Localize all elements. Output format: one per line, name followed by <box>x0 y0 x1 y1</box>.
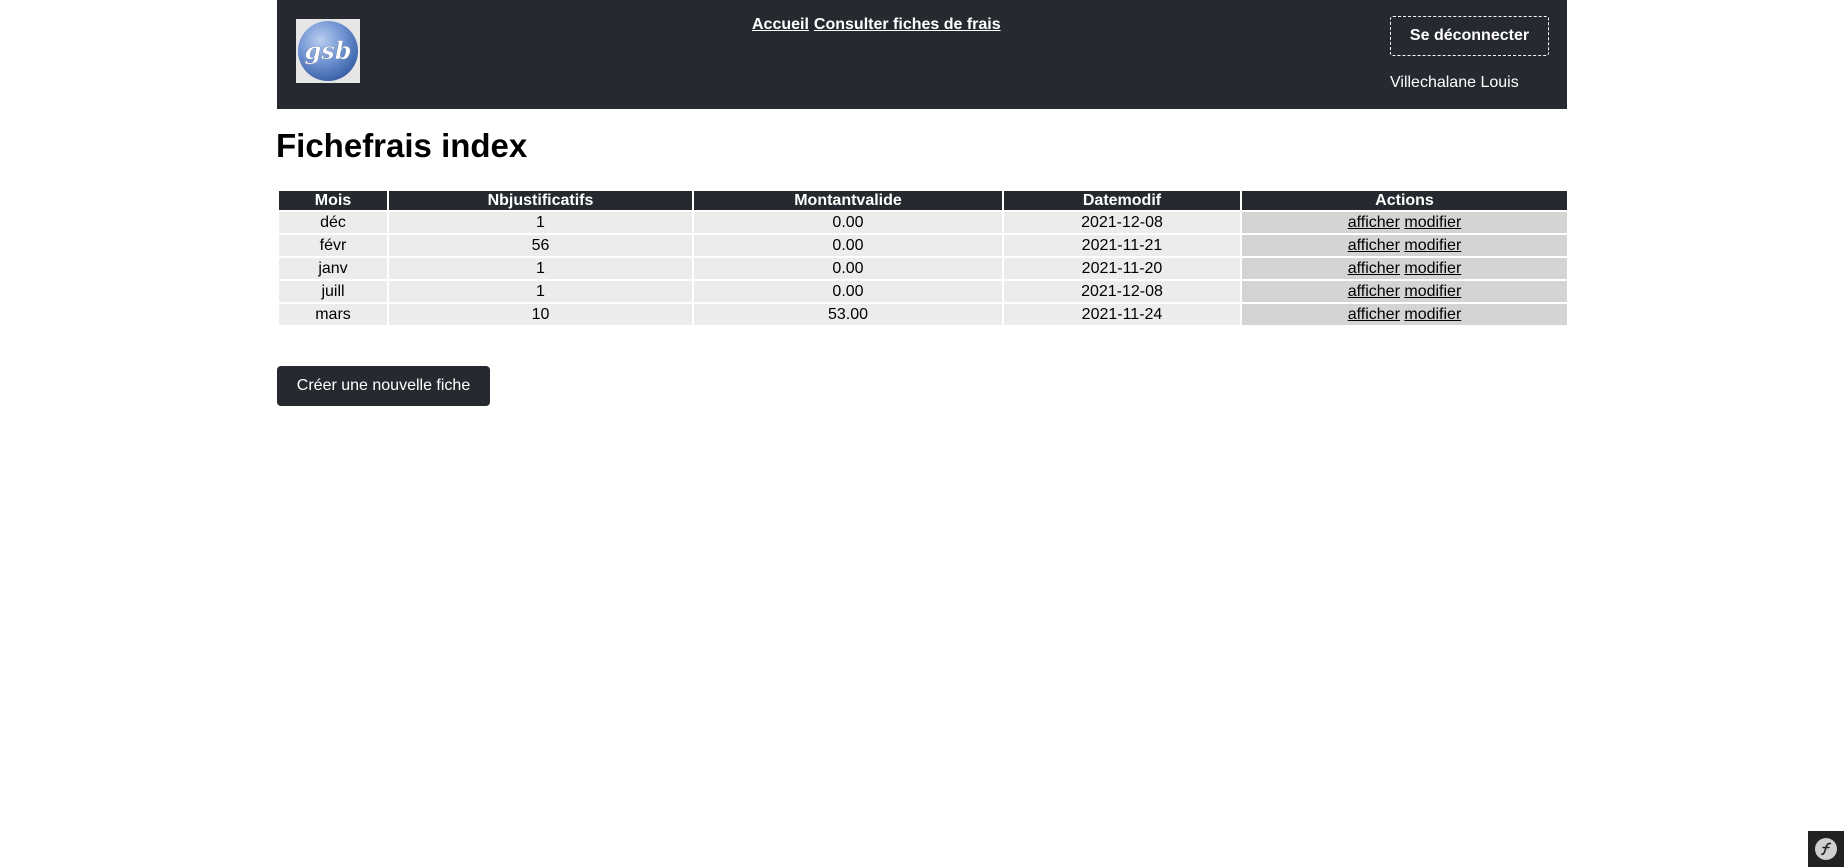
logo[interactable]: gsb <box>296 19 360 83</box>
debug-toolbar-toggle[interactable] <box>1808 831 1844 867</box>
cell-datemodif: 2021-11-24 <box>1004 304 1240 325</box>
modifier-link[interactable]: modifier <box>1404 237 1461 254</box>
table-row: déc 1 0.00 2021-12-08 afficher modifier <box>279 212 1567 233</box>
cell-montantvalide: 0.00 <box>694 281 1002 302</box>
modifier-link[interactable]: modifier <box>1404 283 1461 300</box>
table-row: janv 1 0.00 2021-11-20 afficher modifier <box>279 258 1567 279</box>
cell-actions: afficher modifier <box>1242 235 1567 256</box>
cell-mois: févr <box>279 235 387 256</box>
logo-text: gsb <box>304 36 351 65</box>
afficher-link[interactable]: afficher <box>1348 306 1400 323</box>
cell-datemodif: 2021-12-08 <box>1004 281 1240 302</box>
main-nav: Accueil Consulter fiches de frais <box>752 16 1006 34</box>
column-header-nbjustificatifs: Nbjustificatifs <box>389 191 692 210</box>
cell-nbjustificatifs: 1 <box>389 212 692 233</box>
fichefrais-table-container: Mois Nbjustificatifs Montantvalide Datem… <box>277 189 1567 327</box>
table-header-row: Mois Nbjustificatifs Montantvalide Datem… <box>279 191 1567 210</box>
fichefrais-table: Mois Nbjustificatifs Montantvalide Datem… <box>277 189 1569 327</box>
nav-link-accueil[interactable]: Accueil <box>752 16 809 33</box>
cell-montantvalide: 0.00 <box>694 212 1002 233</box>
cell-mois: déc <box>279 212 387 233</box>
table-row: févr 56 0.00 2021-11-21 afficher modifie… <box>279 235 1567 256</box>
cell-actions: afficher modifier <box>1242 304 1567 325</box>
page: gsb Accueil Consulter fiches de frais Se … <box>0 0 1844 867</box>
cell-actions: afficher modifier <box>1242 212 1567 233</box>
afficher-link[interactable]: afficher <box>1348 260 1400 277</box>
create-fiche-button[interactable]: Créer une nouvelle fiche <box>277 366 490 406</box>
logout-button[interactable]: Se déconnecter <box>1390 16 1549 56</box>
user-name: Villechalane Louis <box>1390 74 1519 91</box>
column-header-montantvalide: Montantvalide <box>694 191 1002 210</box>
table-row: mars 10 53.00 2021-11-24 afficher modifi… <box>279 304 1567 325</box>
cell-actions: afficher modifier <box>1242 258 1567 279</box>
cell-mois: janv <box>279 258 387 279</box>
symfony-icon <box>1815 838 1837 860</box>
table-row: juill 1 0.00 2021-12-08 afficher modifie… <box>279 281 1567 302</box>
cell-mois: juill <box>279 281 387 302</box>
cell-montantvalide: 0.00 <box>694 235 1002 256</box>
modifier-link[interactable]: modifier <box>1404 306 1461 323</box>
page-title: Fichefrais index <box>276 127 528 164</box>
modifier-link[interactable]: modifier <box>1404 214 1461 231</box>
cell-nbjustificatifs: 1 <box>389 281 692 302</box>
cell-actions: afficher modifier <box>1242 281 1567 302</box>
afficher-link[interactable]: afficher <box>1348 237 1400 254</box>
cell-datemodif: 2021-12-08 <box>1004 212 1240 233</box>
cell-nbjustificatifs: 10 <box>389 304 692 325</box>
cell-montantvalide: 0.00 <box>694 258 1002 279</box>
cell-montantvalide: 53.00 <box>694 304 1002 325</box>
header: gsb Accueil Consulter fiches de frais Se … <box>277 0 1567 109</box>
cell-mois: mars <box>279 304 387 325</box>
cell-datemodif: 2021-11-21 <box>1004 235 1240 256</box>
afficher-link[interactable]: afficher <box>1348 283 1400 300</box>
afficher-link[interactable]: afficher <box>1348 214 1400 231</box>
cell-nbjustificatifs: 56 <box>389 235 692 256</box>
cell-datemodif: 2021-11-20 <box>1004 258 1240 279</box>
column-header-actions: Actions <box>1242 191 1567 210</box>
nav-link-consulter-fiches[interactable]: Consulter fiches de frais <box>814 16 1001 33</box>
column-header-mois: Mois <box>279 191 387 210</box>
cell-nbjustificatifs: 1 <box>389 258 692 279</box>
gsb-logo-icon: gsb <box>296 19 360 83</box>
column-header-datemodif: Datemodif <box>1004 191 1240 210</box>
modifier-link[interactable]: modifier <box>1404 260 1461 277</box>
